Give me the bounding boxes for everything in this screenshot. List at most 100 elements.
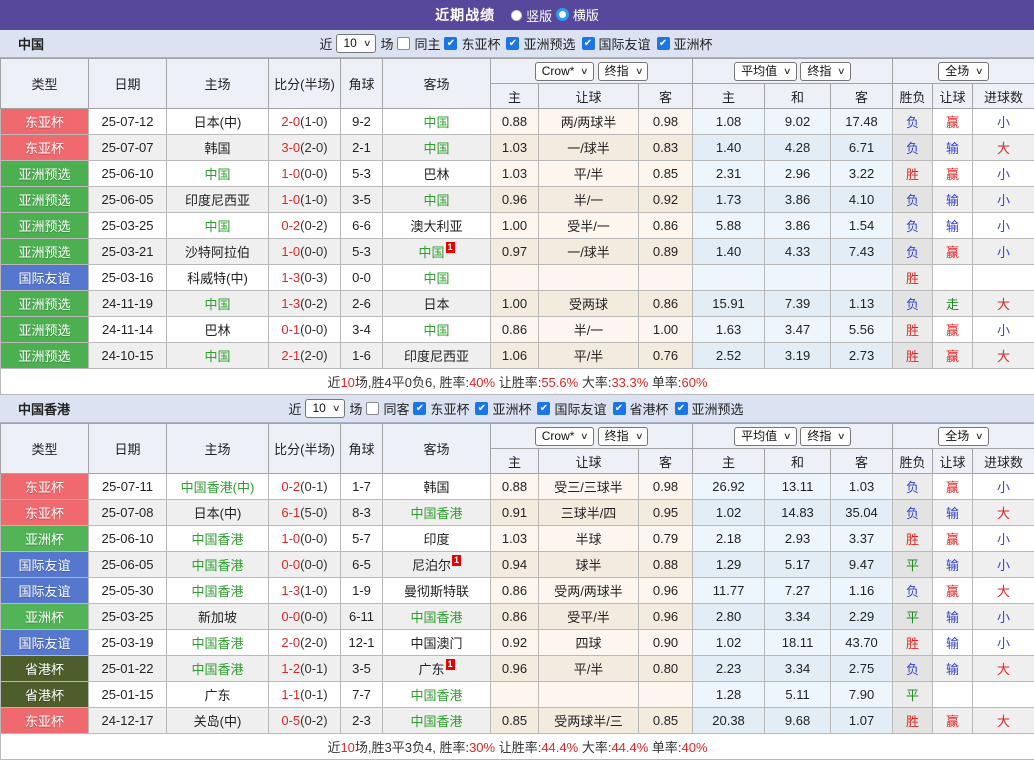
result-cell: 输 <box>933 213 973 239</box>
handicap-odds-cell <box>639 265 693 291</box>
average-odds-cell: 1.07 <box>831 708 893 734</box>
result-cell: 赢 <box>933 239 973 265</box>
corners-cell: 6-5 <box>341 552 383 578</box>
match-type-cell: 亚洲预选 <box>1 161 89 187</box>
home-team-cell: 新加坡 <box>167 604 269 630</box>
away-team-cell: 曼彻斯特联 <box>383 578 491 604</box>
match-type-cell: 亚洲预选 <box>1 213 89 239</box>
handicap-odds-cell: 三球半/四 <box>539 500 639 526</box>
handicap-odds-cell: 0.76 <box>639 343 693 369</box>
odds-time-select-2[interactable]: 终指∨ <box>800 427 851 446</box>
league-label: 东亚杯 <box>461 34 500 53</box>
away-team-cell: 中国 <box>383 109 491 135</box>
period-select[interactable]: 全场∨ <box>938 427 989 446</box>
column-subheader: 和 <box>765 84 831 109</box>
check-icon[interactable]: ✔ <box>675 402 688 415</box>
chevron-down-icon: ∨ <box>975 429 984 443</box>
average-odds-cell: 3.86 <box>765 187 831 213</box>
check-icon[interactable]: ✔ <box>537 402 550 415</box>
average-odds-cell: 1.02 <box>693 630 765 656</box>
chevron-down-icon: ∨ <box>783 64 792 78</box>
average-odds-cell: 2.93 <box>765 526 831 552</box>
date-cell: 25-03-21 <box>89 239 167 265</box>
page-title: 近期战绩 <box>435 5 495 25</box>
handicap-odds-cell <box>539 265 639 291</box>
radio-horizontal-layout[interactable]: 横版 <box>556 5 599 24</box>
corners-cell: 2-6 <box>341 291 383 317</box>
checkbox-empty[interactable] <box>397 37 410 50</box>
match-row: 亚洲杯25-06-10中国香港1-0(0-0)5-7印度1.03半球0.792.… <box>1 526 1034 552</box>
home-team-cell: 韩国 <box>167 135 269 161</box>
odds-time-select-2[interactable]: 终指∨ <box>800 62 851 81</box>
column-subheader: 主 <box>693 449 765 474</box>
average-odds-cell: 2.23 <box>693 656 765 682</box>
match-type-cell: 亚洲预选 <box>1 343 89 369</box>
check-icon[interactable]: ✔ <box>506 37 519 50</box>
match-type-cell: 东亚杯 <box>1 500 89 526</box>
average-select[interactable]: 平均值∨ <box>734 427 797 446</box>
match-type-cell: 省港杯 <box>1 682 89 708</box>
chevron-down-icon: ∨ <box>837 64 846 78</box>
result-cell: 小 <box>973 213 1034 239</box>
handicap-odds-cell: 0.97 <box>491 239 539 265</box>
result-cell <box>973 682 1034 708</box>
recent-count-select[interactable]: 10∨ <box>305 399 345 418</box>
chevron-down-icon: ∨ <box>580 64 589 78</box>
result-cell: 小 <box>973 109 1034 135</box>
odds-time-select[interactable]: 终指∨ <box>598 427 649 446</box>
summary-text: 近10场,胜4平0负6, 胜率:40% 让胜率:55.6% 大率:33.3% 单… <box>1 369 1034 395</box>
bookmaker-select[interactable]: Crow*∨ <box>535 62 594 81</box>
score-cell: 1-0(1-0) <box>269 187 341 213</box>
handicap-odds-cell: 0.80 <box>639 656 693 682</box>
league-label: 国际友谊 <box>554 399 606 418</box>
score-cell: 1-0(0-0) <box>269 526 341 552</box>
away-team-cell: 尼泊尔1 <box>383 552 491 578</box>
check-icon[interactable]: ✔ <box>657 37 670 50</box>
score-cell: 3-0(2-0) <box>269 135 341 161</box>
result-cell: 输 <box>933 187 973 213</box>
odds-time-select[interactable]: 终指∨ <box>598 62 649 81</box>
date-cell: 25-01-15 <box>89 682 167 708</box>
odds-source-group: Crow*∨ 终指∨ <box>491 424 693 449</box>
handicap-odds-cell: 0.88 <box>491 109 539 135</box>
check-icon[interactable]: ✔ <box>613 402 626 415</box>
league-label: 亚洲预选 <box>523 34 575 53</box>
average-odds-cell: 3.37 <box>831 526 893 552</box>
away-team-cell: 广东1 <box>383 656 491 682</box>
checkbox-empty[interactable] <box>366 402 379 415</box>
home-team-cell: 科威特(中) <box>167 265 269 291</box>
handicap-odds-cell: 0.88 <box>639 552 693 578</box>
handicap-odds-cell: 0.86 <box>639 291 693 317</box>
away-team-cell: 印度尼西亚 <box>383 343 491 369</box>
result-cell: 赢 <box>933 474 973 500</box>
result-cell: 小 <box>973 187 1034 213</box>
chevron-down-icon: ∨ <box>975 64 984 78</box>
match-row: 亚洲预选25-03-25中国0-2(0-2)6-6澳大利亚1.00受半/一0.8… <box>1 213 1034 239</box>
average-odds-cell: 1.28 <box>693 682 765 708</box>
check-icon[interactable]: ✔ <box>475 402 488 415</box>
column-header: 比分(半场) <box>269 424 341 474</box>
match-row: 国际友谊25-03-19中国香港2-0(2-0)12-1中国澳门0.92四球0.… <box>1 630 1034 656</box>
column-header: 角球 <box>341 59 383 109</box>
average-odds-cell: 1.16 <box>831 578 893 604</box>
result-cell: 负 <box>893 109 933 135</box>
results-table-1: 类型日期主场比分(半场)角球客场Crow*∨ 终指∨平均值∨ 终指∨全场∨主让球… <box>0 423 1034 760</box>
corners-cell: 9-2 <box>341 109 383 135</box>
radio-vertical-layout[interactable]: 竖版 <box>511 6 552 25</box>
period-select[interactable]: 全场∨ <box>938 62 989 81</box>
average-odds-cell: 1.54 <box>831 213 893 239</box>
column-header: 类型 <box>1 59 89 109</box>
average-odds-cell: 1.73 <box>693 187 765 213</box>
check-icon[interactable]: ✔ <box>413 402 426 415</box>
bookmaker-select[interactable]: Crow*∨ <box>535 427 594 446</box>
check-icon[interactable]: ✔ <box>582 37 595 50</box>
handicap-odds-cell: 1.03 <box>491 135 539 161</box>
average-select[interactable]: 平均值∨ <box>734 62 797 81</box>
match-row: 亚洲预选25-06-05印度尼西亚1-0(1-0)3-5中国0.96半/一0.9… <box>1 187 1034 213</box>
recent-count-select[interactable]: 10∨ <box>336 34 376 53</box>
result-cell: 平 <box>893 682 933 708</box>
result-cell: 输 <box>933 500 973 526</box>
handicap-odds-cell: 四球 <box>539 630 639 656</box>
check-icon[interactable]: ✔ <box>444 37 457 50</box>
date-cell: 25-01-22 <box>89 656 167 682</box>
